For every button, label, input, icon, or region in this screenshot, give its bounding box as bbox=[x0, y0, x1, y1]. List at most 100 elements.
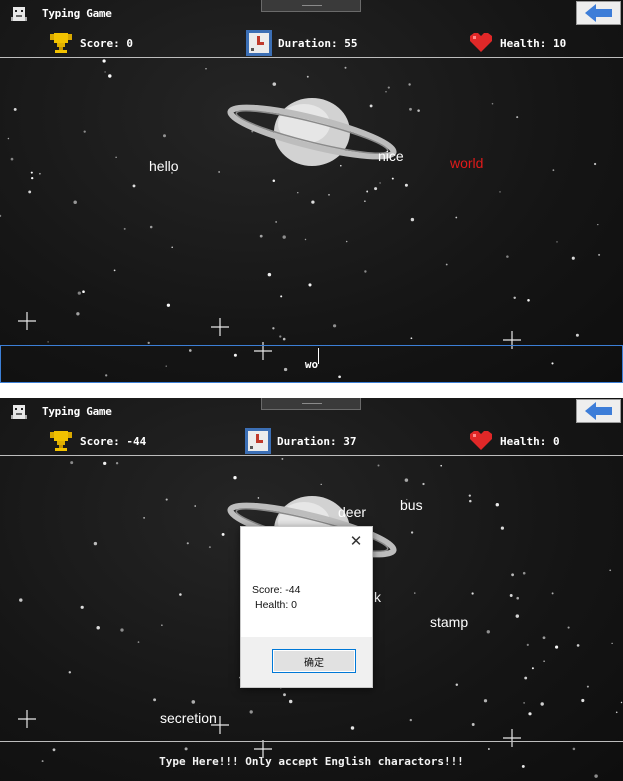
dialog-health: Health: 0 bbox=[255, 599, 298, 611]
star bbox=[344, 66, 347, 69]
star bbox=[328, 194, 330, 196]
typing-input[interactable] bbox=[0, 345, 623, 383]
star bbox=[542, 636, 546, 640]
star bbox=[551, 592, 554, 595]
status-bar: Score: -44 Duration: 37 Health: 0 bbox=[0, 426, 623, 456]
app-title: Typing Game bbox=[42, 7, 112, 20]
star bbox=[171, 246, 173, 249]
star bbox=[404, 478, 409, 482]
score-stat: Score: 0 bbox=[48, 28, 133, 58]
falling-word: deer bbox=[338, 504, 367, 520]
app-title: Typing Game bbox=[42, 405, 112, 418]
health-label: Health: 10 bbox=[500, 36, 567, 50]
score-label: Score: -44 bbox=[80, 434, 147, 448]
star bbox=[272, 179, 276, 182]
star bbox=[524, 676, 528, 680]
star bbox=[123, 227, 126, 230]
star bbox=[19, 598, 23, 602]
star bbox=[609, 569, 612, 572]
star bbox=[483, 699, 488, 703]
star bbox=[511, 573, 514, 577]
sparkle bbox=[18, 312, 36, 330]
duration-stat: Duration: 55 bbox=[246, 28, 357, 58]
star bbox=[515, 614, 520, 618]
star bbox=[409, 107, 412, 111]
typing-input[interactable] bbox=[0, 742, 623, 781]
ok-button[interactable]: 确定 bbox=[272, 649, 356, 673]
star bbox=[366, 190, 369, 193]
dialog-footer: 确定 bbox=[241, 637, 372, 687]
star bbox=[486, 630, 490, 634]
star bbox=[306, 75, 309, 78]
star bbox=[115, 462, 119, 465]
star bbox=[297, 192, 299, 194]
star bbox=[620, 701, 623, 704]
star bbox=[440, 464, 442, 467]
star bbox=[414, 592, 416, 594]
star bbox=[491, 102, 494, 105]
star bbox=[576, 644, 580, 647]
star bbox=[47, 341, 49, 343]
star bbox=[7, 137, 10, 140]
star bbox=[410, 531, 414, 534]
star bbox=[364, 200, 366, 202]
star bbox=[28, 190, 32, 194]
drag-handle[interactable] bbox=[261, 398, 361, 410]
star bbox=[104, 71, 106, 73]
star bbox=[499, 191, 501, 193]
score-label: Score: 0 bbox=[80, 36, 133, 50]
game-window-game-over: Typing Game Score: -44 Duration: 37 Heal… bbox=[0, 398, 623, 781]
star bbox=[495, 503, 499, 507]
star bbox=[471, 723, 475, 726]
falling-word: k bbox=[374, 589, 381, 605]
star bbox=[513, 296, 516, 300]
star bbox=[161, 624, 163, 626]
star bbox=[179, 593, 182, 596]
star bbox=[468, 494, 471, 497]
star bbox=[516, 116, 519, 119]
close-icon[interactable]: ✕ bbox=[346, 531, 366, 551]
star bbox=[108, 74, 112, 78]
star bbox=[593, 162, 597, 166]
star bbox=[132, 184, 136, 188]
star bbox=[350, 726, 355, 730]
star bbox=[163, 134, 166, 138]
back-button[interactable] bbox=[576, 399, 621, 423]
sparkle bbox=[211, 318, 229, 336]
star bbox=[555, 645, 559, 649]
star bbox=[115, 156, 117, 158]
star bbox=[422, 482, 425, 486]
star bbox=[205, 68, 207, 70]
star bbox=[68, 671, 72, 674]
star bbox=[455, 683, 459, 687]
drag-handle[interactable] bbox=[261, 0, 361, 12]
star bbox=[13, 107, 17, 111]
back-button[interactable] bbox=[576, 1, 621, 25]
star bbox=[506, 255, 509, 258]
star bbox=[102, 59, 106, 63]
star bbox=[522, 571, 526, 575]
star bbox=[149, 225, 153, 229]
star bbox=[283, 693, 286, 697]
star bbox=[191, 700, 196, 704]
star bbox=[586, 685, 589, 688]
star bbox=[598, 253, 601, 256]
star bbox=[166, 303, 171, 307]
star bbox=[282, 337, 286, 341]
stopwatch-icon bbox=[246, 30, 272, 56]
star bbox=[39, 172, 41, 175]
star bbox=[526, 643, 529, 646]
star bbox=[581, 698, 585, 703]
status-bar: Score: 0 Duration: 55 Health: 10 bbox=[0, 28, 623, 58]
star bbox=[509, 594, 513, 597]
star bbox=[471, 592, 474, 595]
falling-word: secretion bbox=[160, 710, 217, 726]
star bbox=[500, 526, 504, 530]
falling-word-active: world bbox=[450, 155, 484, 171]
star bbox=[0, 214, 2, 218]
star bbox=[391, 177, 394, 180]
star bbox=[597, 223, 599, 226]
falling-word: stamp bbox=[430, 614, 469, 630]
duration-label: Duration: 55 bbox=[278, 36, 358, 50]
star bbox=[556, 241, 558, 243]
